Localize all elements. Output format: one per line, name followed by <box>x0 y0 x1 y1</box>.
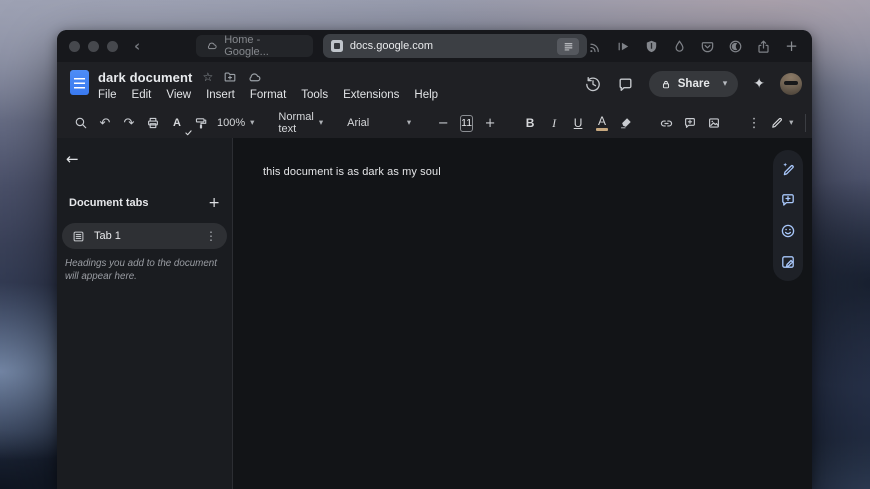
insert-link-icon[interactable] <box>656 112 676 134</box>
browser-toolbar: ‹ Home - Google... docs.google.com <box>57 30 812 62</box>
move-folder-icon[interactable] <box>223 70 237 84</box>
flame-icon[interactable] <box>671 38 688 55</box>
tab-strip: Home - Google... docs.google.com <box>196 34 587 58</box>
reader-mode-icon[interactable] <box>557 38 579 55</box>
docs-content: ← Document tabs + Tab 1 ⋮ Headings you a… <box>57 138 812 489</box>
format-toolbar: ↶ ↷ A 100% ▾ Normal text ▾ Arial ▾ <box>57 108 812 138</box>
menu-file[interactable]: File <box>98 89 117 101</box>
add-comment-rail-icon[interactable] <box>780 192 796 208</box>
sidebar-item-tab1[interactable]: Tab 1 ⋮ <box>62 223 227 249</box>
zoom-select[interactable]: 100% ▾ <box>213 117 258 129</box>
headings-hint-text: Headings you add to the document will ap… <box>65 258 223 283</box>
paint-format-icon[interactable] <box>191 112 211 134</box>
menu-insert[interactable]: Insert <box>206 89 235 101</box>
search-menus-icon[interactable] <box>71 112 91 134</box>
share-button-label: Share <box>678 78 710 90</box>
cloud-favicon-icon <box>206 40 218 52</box>
text-color-letter: A <box>598 115 606 127</box>
tab-home-label: Home - Google... <box>224 34 303 58</box>
cloud-status-icon[interactable] <box>247 70 262 85</box>
insert-image-icon[interactable] <box>704 112 724 134</box>
window-controls <box>69 41 118 52</box>
document-title[interactable]: dark document <box>98 70 192 85</box>
highlight-color-icon[interactable] <box>616 112 636 134</box>
chevron-down-icon: ▾ <box>407 118 411 128</box>
text-color-swatch <box>596 128 608 131</box>
quick-actions-rail <box>773 150 803 281</box>
help-me-write-icon[interactable] <box>780 161 796 177</box>
share-icon[interactable] <box>755 38 772 55</box>
back-icon[interactable]: ‹ <box>134 39 140 54</box>
google-docs-logo-icon[interactable] <box>70 70 89 95</box>
menu-edit[interactable]: Edit <box>132 89 152 101</box>
editing-mode-select[interactable]: ▾ <box>766 116 797 130</box>
docs-favicon-icon <box>331 40 343 52</box>
gemini-sparkle-icon[interactable]: ✦ <box>753 76 765 92</box>
zoom-value: 100% <box>217 117 245 129</box>
tab-docs-label: docs.google.com <box>350 40 433 52</box>
dark-mode-icon[interactable] <box>727 38 744 55</box>
new-tab-icon[interactable]: + <box>783 38 800 55</box>
tab1-label: Tab 1 <box>94 230 121 242</box>
pocket-icon[interactable] <box>699 38 716 55</box>
menu-extensions[interactable]: Extensions <box>343 89 399 101</box>
underline-button[interactable]: U <box>568 112 588 134</box>
redo-icon[interactable]: ↷ <box>119 112 139 134</box>
shield-icon[interactable] <box>643 38 660 55</box>
tab1-menu-icon[interactable]: ⋮ <box>205 229 217 243</box>
extension-buttons: + <box>587 38 800 55</box>
star-icon[interactable]: ☆ <box>202 70 213 84</box>
menu-help[interactable]: Help <box>414 89 438 101</box>
tab-document-icon <box>72 230 85 243</box>
share-button[interactable]: Share ▾ <box>649 71 739 97</box>
paragraph-style-select[interactable]: Normal text ▾ <box>274 111 327 135</box>
image-suggestion-icon[interactable] <box>780 254 796 270</box>
font-value: Arial <box>347 117 369 129</box>
chevron-down-icon: ▾ <box>319 118 323 128</box>
menu-bar: File Edit View Insert Format Tools Exten… <box>98 89 438 101</box>
account-avatar[interactable] <box>780 73 802 95</box>
chevron-down-icon: ▾ <box>789 118 793 128</box>
add-comment-icon[interactable] <box>680 112 700 134</box>
autoplay-icon[interactable] <box>615 38 632 55</box>
menu-tools[interactable]: Tools <box>301 89 328 101</box>
increase-font-size-icon[interactable]: + <box>480 112 500 134</box>
document-tabs-title: Document tabs <box>69 197 208 209</box>
close-button[interactable] <box>69 41 80 52</box>
version-history-icon[interactable] <box>584 75 602 93</box>
document-tabs-sidebar: ← Document tabs + Tab 1 ⋮ Headings you a… <box>57 138 233 489</box>
font-size-input[interactable]: 11 <box>460 115 473 132</box>
print-icon[interactable] <box>143 112 163 134</box>
minimize-button[interactable] <box>88 41 99 52</box>
share-dropdown-icon[interactable]: ▾ <box>723 79 728 89</box>
menu-format[interactable]: Format <box>250 89 286 101</box>
rss-icon[interactable] <box>587 38 604 55</box>
decrease-font-size-icon[interactable]: − <box>433 112 453 134</box>
add-tab-icon[interactable]: + <box>208 195 220 211</box>
undo-icon[interactable]: ↶ <box>95 112 115 134</box>
italic-button[interactable]: I <box>544 112 564 134</box>
document-canvas[interactable]: this document is as dark as my soul <box>233 138 812 489</box>
lock-icon <box>660 78 672 91</box>
docs-chrome: dark document ☆ File Edit View Insert Fo… <box>57 62 812 138</box>
document-body-text[interactable]: this document is as dark as my soul <box>263 166 441 178</box>
paragraph-style-value: Normal text <box>278 111 313 135</box>
font-select[interactable]: Arial ▾ <box>343 117 415 129</box>
menu-view[interactable]: View <box>166 89 191 101</box>
more-options-icon[interactable]: ⋮ <box>744 112 764 134</box>
close-sidebar-icon[interactable]: ← <box>66 148 88 170</box>
browser-window: ‹ Home - Google... docs.google.com <box>57 30 812 489</box>
tab-home[interactable]: Home - Google... <box>196 35 313 57</box>
bold-button[interactable]: B <box>520 112 540 134</box>
spell-check-icon[interactable]: A <box>167 112 187 134</box>
tab-docs-active[interactable]: docs.google.com <box>323 34 587 58</box>
emoji-reaction-icon[interactable] <box>780 223 796 239</box>
comments-icon[interactable] <box>617 76 634 93</box>
text-color-button[interactable]: A <box>592 112 612 134</box>
chevron-down-icon: ▾ <box>250 118 254 128</box>
fullscreen-button[interactable] <box>107 41 118 52</box>
